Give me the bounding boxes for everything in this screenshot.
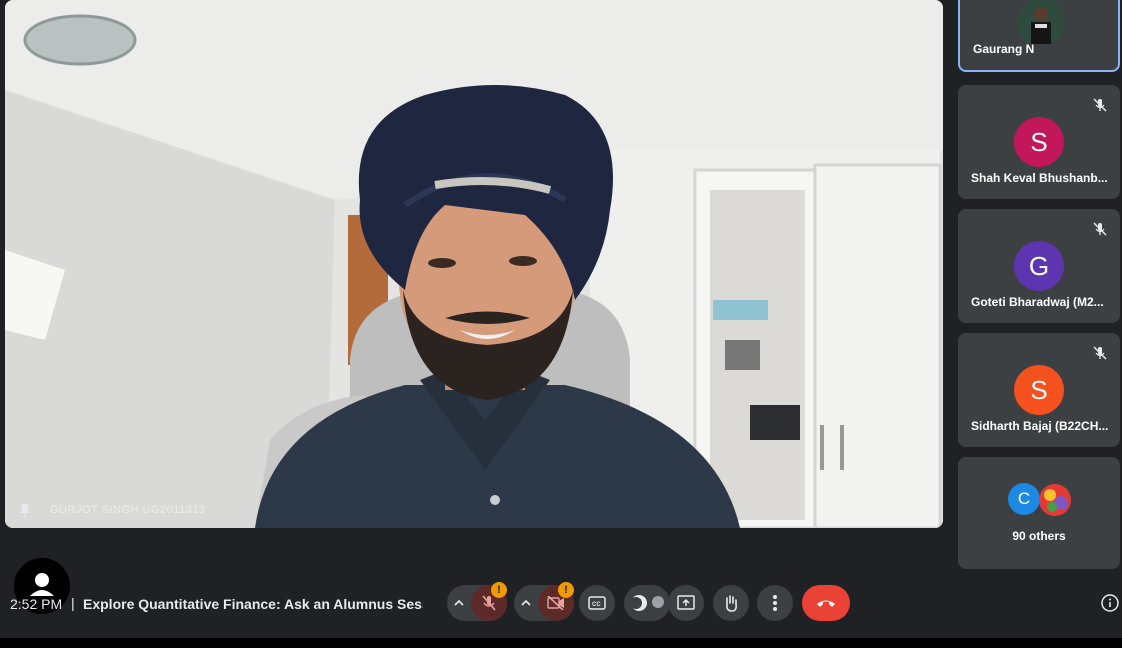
mic-warning-badge: !	[491, 582, 507, 598]
info-icon[interactable]	[1101, 594, 1119, 612]
participant-name: Goteti Bharadwaj (M2...	[971, 295, 1104, 309]
meeting-time: 2:52 PM	[10, 596, 63, 612]
speaker-name: GURJOT SINGH UG2011313	[50, 504, 206, 516]
chevron-up-icon[interactable]	[453, 597, 465, 609]
others-avatar: C	[1008, 483, 1040, 515]
effects-button[interactable]	[624, 585, 670, 621]
camera-control-group: !	[514, 582, 574, 621]
participant-name: Shah Keval Bhushanb...	[971, 171, 1108, 185]
participant-avatar: S	[1014, 365, 1064, 415]
main-speaker-video[interactable]: GURJOT SINGH UG2011313	[5, 0, 943, 528]
participant-tile-goteti[interactable]: G Goteti Bharadwaj (M2...	[958, 209, 1120, 323]
mic-muted-icon	[1093, 222, 1107, 236]
separator: |	[71, 595, 75, 611]
participant-tile-shah[interactable]: S Shah Keval Bhushanb...	[958, 85, 1120, 199]
participant-avatar: S	[1014, 117, 1064, 167]
chevron-up-icon[interactable]	[520, 597, 532, 609]
participant-video-thumbnail	[1017, 0, 1065, 44]
end-call-icon	[817, 600, 835, 607]
more-options-icon	[773, 595, 777, 611]
mic-muted-icon	[1093, 98, 1107, 112]
present-screen-button[interactable]	[668, 585, 704, 621]
effects-icon	[630, 595, 664, 611]
raise-hand-icon	[726, 595, 737, 612]
others-avatar-image	[1039, 484, 1071, 516]
more-options-button[interactable]	[757, 585, 793, 621]
meeting-title[interactable]: Explore Quantitative Finance: Ask an Alu…	[83, 596, 423, 612]
mic-muted-icon	[1093, 346, 1107, 360]
mic-control-group: !	[447, 582, 507, 621]
participant-tile-gaurang[interactable]: Gaurang N	[958, 0, 1120, 72]
camera-warning-badge: !	[558, 582, 574, 598]
present-icon	[677, 595, 695, 610]
captions-icon: CC	[588, 596, 606, 610]
svg-text:CC: CC	[592, 602, 601, 608]
participant-avatar: G	[1014, 241, 1064, 291]
raise-hand-button[interactable]	[713, 585, 749, 621]
speaker-video-frame	[5, 0, 943, 528]
participant-name: Sidharth Bajaj (B22CH...	[971, 419, 1109, 433]
bottom-edge-strip	[0, 638, 1122, 648]
participant-tile-sidharth[interactable]: S Sidharth Bajaj (B22CH...	[958, 333, 1120, 447]
bottom-control-bar: 2:52 PM | Explore Quantitative Finance: …	[0, 528, 1122, 648]
captions-button[interactable]: CC	[579, 585, 615, 621]
camera-off-icon	[547, 596, 564, 610]
pin-icon[interactable]	[19, 503, 31, 519]
leave-call-button[interactable]	[802, 585, 850, 621]
participant-name: Gaurang N	[973, 42, 1035, 56]
